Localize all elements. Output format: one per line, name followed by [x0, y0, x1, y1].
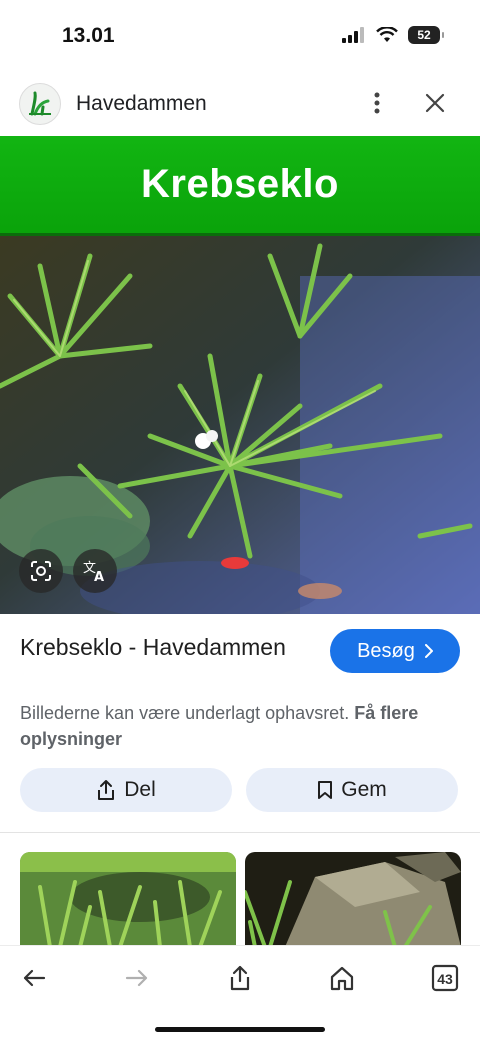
lens-icon[interactable]	[19, 549, 63, 593]
share-icon	[98, 780, 115, 800]
status-bar: 13.01 52	[0, 0, 480, 70]
battery-icon: 52	[408, 26, 444, 44]
related-image[interactable]	[245, 852, 461, 947]
chevron-right-icon	[424, 644, 433, 658]
translate-icon[interactable]: 文 A	[73, 549, 117, 593]
svg-text:A: A	[94, 570, 104, 583]
home-icon[interactable]	[322, 958, 362, 998]
related-image[interactable]	[20, 852, 236, 947]
save-button-label: Gem	[341, 778, 387, 801]
copyright-text: Billederne kan være underlagt ophavsret.	[20, 703, 350, 723]
close-icon[interactable]	[420, 88, 450, 118]
image-banner: Krebseklo	[0, 136, 480, 236]
back-arrow-icon[interactable]	[14, 958, 54, 998]
result-header: Havedammen	[0, 80, 480, 132]
home-indicator	[155, 1027, 325, 1032]
copyright-notice: Billederne kan være underlagt ophavsret.…	[20, 700, 470, 752]
signal-icon	[342, 27, 364, 43]
image-banner-text: Krebseklo	[141, 162, 339, 206]
status-time: 13.01	[62, 24, 115, 47]
status-icons: 52	[342, 26, 444, 44]
share-button[interactable]: Del	[20, 768, 232, 812]
site-logo	[19, 83, 61, 125]
browser-toolbar: 43	[0, 945, 480, 1041]
more-vert-icon[interactable]	[362, 88, 392, 118]
save-button[interactable]: Gem	[246, 768, 458, 812]
forward-arrow-icon[interactable]	[117, 958, 157, 998]
divider	[0, 832, 480, 833]
tabs-count: 43	[437, 971, 453, 987]
bookmark-icon	[318, 781, 333, 799]
site-name[interactable]: Havedammen	[76, 92, 207, 116]
share-button-label: Del	[124, 778, 156, 801]
visit-button-label: Besøg	[357, 639, 415, 662]
battery-level: 52	[417, 28, 431, 42]
pond-plant-photo	[0, 236, 480, 614]
result-image[interactable]: Krebseklo 文 A	[0, 136, 480, 614]
wifi-icon	[376, 27, 398, 42]
result-title[interactable]: Krebseklo - Havedammen	[20, 632, 310, 663]
tabs-icon[interactable]: 43	[425, 958, 465, 998]
share-icon[interactable]	[220, 958, 260, 998]
visit-button[interactable]: Besøg	[330, 629, 460, 673]
